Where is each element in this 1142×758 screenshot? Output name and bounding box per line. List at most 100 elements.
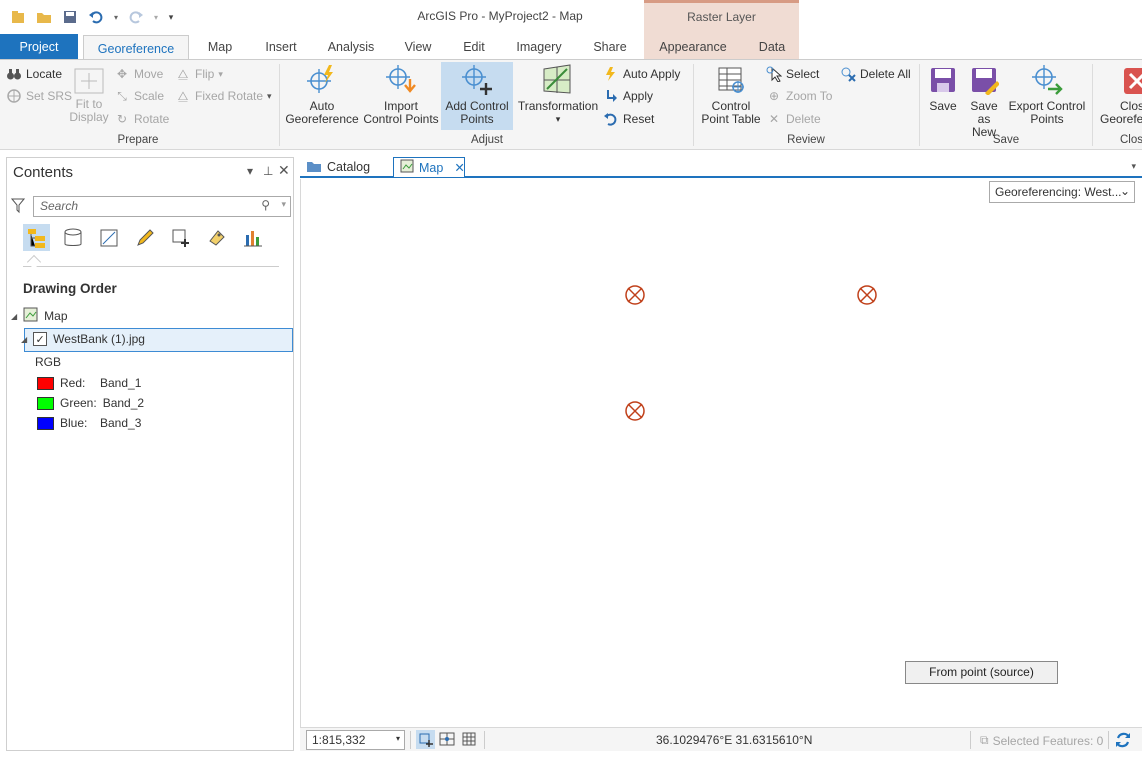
tab-view[interactable]: View (394, 34, 442, 60)
move-icon: ✥ (116, 67, 128, 81)
tab-map-view[interactable]: Map ✕ (393, 157, 465, 177)
separator (484, 731, 485, 749)
tab-insert[interactable]: Insert (253, 34, 309, 60)
close-x-icon (1118, 62, 1142, 98)
filter-icon[interactable] (10, 198, 26, 217)
tab-georeference[interactable]: Georeference (83, 35, 189, 61)
delete-button[interactable]: ✕ Delete (766, 109, 821, 129)
tab-analysis[interactable]: Analysis (318, 34, 384, 60)
tab-edit[interactable]: Edit (452, 34, 496, 60)
reset-icon (603, 111, 619, 127)
ribbon: Locate Set SRS Fit to Display ✥ Move ⤡ Scal… (0, 59, 1142, 150)
georeferencing-layer-dropdown[interactable]: Georeferencing: West... ⌄ (989, 181, 1135, 203)
pane-options-icon[interactable]: ▾ (247, 164, 253, 178)
view-tabs-dropdown-icon[interactable]: ▾ (1131, 161, 1136, 172)
tab-appearance[interactable]: Appearance (650, 34, 736, 60)
delete-all-icon (840, 66, 856, 82)
search-dropdown-icon[interactable]: ▾ (281, 199, 286, 210)
auto-apply-button[interactable]: Auto Apply (603, 64, 680, 84)
import-control-points-button[interactable]: Import Control Points (362, 62, 440, 126)
rotate-icon: ↻ (116, 112, 128, 126)
selected-features[interactable]: ⧉ Selected Features: 0 (980, 733, 1103, 748)
search-icon[interactable]: ⚲ (261, 198, 270, 212)
drawing-order-heading: Drawing Order (23, 281, 117, 296)
select-button[interactable]: Select (766, 64, 819, 84)
band-blue: Blue: Band_3 (37, 416, 141, 430)
from-point-tooltip: From point (source) (905, 661, 1058, 684)
map-status-bar: 1:815,332 ▾ 36.1029476°E 31.6315610°N ⧉ Se… (300, 727, 1142, 751)
band-red: Red: Band_1 (37, 376, 141, 390)
chevron-down-icon: ⌄ (1119, 184, 1130, 198)
move-button[interactable]: ✥ Move (114, 64, 163, 84)
green-swatch[interactable] (37, 396, 54, 410)
auto-georeference-button[interactable]: Auto Georeference (285, 62, 359, 126)
rotate-button[interactable]: ↻ Rotate (114, 109, 169, 129)
view-tabs: Catalog Map ✕ ▾ (300, 157, 1142, 178)
layer-node: ◢ ✓ WestBank (1).jpg (21, 332, 145, 346)
close-pane-icon[interactable]: ✕ (278, 162, 290, 179)
blue-swatch[interactable] (37, 416, 54, 430)
snapping-icon[interactable] (416, 730, 435, 749)
control-point-marker[interactable] (623, 283, 647, 307)
grid-snap-icon[interactable] (439, 732, 455, 749)
list-by-charts-icon[interactable] (239, 224, 266, 251)
list-by-selection-icon[interactable] (95, 224, 122, 251)
map-view: Catalog Map ✕ ▾ Georeferencing: West... ⌄ … (300, 157, 1142, 751)
control-point-marker[interactable] (855, 283, 879, 307)
save-as-new-button[interactable]: Save as New (963, 62, 1005, 139)
scale-dropdown-icon: ▾ (395, 734, 400, 743)
control-point-table-button[interactable]: Control Point Table (699, 62, 763, 126)
add-control-points-button[interactable]: Add Control Points (441, 62, 513, 130)
flip-button[interactable]: ⧋ Flip ▾ (175, 64, 223, 84)
lightning-icon (603, 66, 619, 82)
fit-to-display-button[interactable]: Fit to Display (68, 66, 110, 124)
contents-search-input[interactable]: Search ⚲ ▾ (33, 196, 291, 217)
map-node[interactable]: ◢ Map (11, 307, 68, 325)
locate-button[interactable]: Locate (6, 64, 62, 84)
set-srs-button[interactable]: Set SRS (6, 86, 72, 106)
save-disk-icon (925, 62, 961, 98)
tab-data[interactable]: Data (748, 34, 796, 60)
fixed-rotate-button[interactable]: ⧋ Fixed Rotate ▾ (175, 86, 272, 106)
apply-button[interactable]: Apply (603, 86, 653, 106)
scale-dropdown[interactable]: 1:815,332 ▾ (306, 730, 405, 750)
table-grid-icon[interactable] (462, 732, 476, 749)
list-by-snapping-icon[interactable] (167, 224, 194, 251)
refresh-icon[interactable] (1114, 731, 1132, 752)
export-control-points-button[interactable]: Export Control Points (1007, 62, 1087, 126)
list-by-editing-icon[interactable] (131, 224, 158, 251)
close-tab-icon[interactable]: ✕ (454, 160, 464, 175)
separator (1108, 731, 1109, 749)
separator (693, 64, 694, 146)
layer-visibility-checkbox[interactable]: ✓ (33, 332, 48, 346)
map-icon (23, 307, 38, 325)
scale-button[interactable]: ⤡ Scale (114, 86, 164, 106)
save-button[interactable]: Save (924, 62, 962, 113)
contents-pane: Contents ▾ ⊥ ✕ Search ⚲ ▾ Drawing Order ◢ … (6, 157, 294, 751)
pin-icon[interactable]: ⊥ (263, 164, 273, 178)
zoom-to-button[interactable]: ⊕ Zoom To (766, 86, 833, 106)
control-point-marker[interactable] (623, 399, 647, 423)
apply-arrow-icon (603, 88, 619, 104)
tab-map[interactable]: Map (195, 34, 245, 60)
delete-all-button[interactable]: Delete All (840, 64, 911, 84)
reset-button[interactable]: Reset (603, 109, 654, 129)
catalog-icon (306, 159, 322, 176)
separator (279, 64, 280, 146)
tab-imagery[interactable]: Imagery (506, 34, 572, 60)
list-by-labeling-icon[interactable] (203, 224, 230, 251)
map-canvas[interactable]: Georeferencing: West... ⌄ From point (sou… (300, 179, 1142, 727)
transformation-button[interactable]: Transformation ▾ (516, 62, 600, 126)
red-swatch[interactable] (37, 376, 54, 390)
group-label-prepare: Prepare (117, 134, 159, 146)
toolbar-divider (23, 266, 279, 267)
list-by-data-source-icon[interactable] (59, 224, 86, 251)
tab-share[interactable]: Share (584, 34, 636, 60)
tab-catalog[interactable]: Catalog (300, 157, 376, 177)
tab-project[interactable]: Project (0, 34, 78, 60)
collapse-icon[interactable]: ◢ (21, 335, 27, 344)
list-by-drawing-order-icon[interactable] (23, 224, 50, 251)
separator (919, 64, 920, 146)
close-georeference-button[interactable]: Clos Georefe (1098, 62, 1142, 126)
collapse-icon[interactable]: ◢ (11, 312, 17, 321)
